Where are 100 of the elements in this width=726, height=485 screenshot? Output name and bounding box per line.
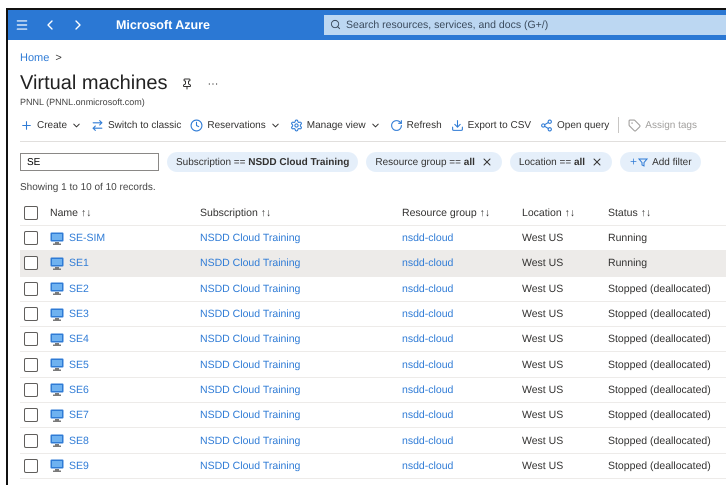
location-cell-text: West US bbox=[522, 434, 564, 447]
table-row[interactable]: SE6 NSDD Cloud Training nsdd-cloud West US Stopped (deallocated) bbox=[20, 378, 726, 404]
select-all-checkbox[interactable] bbox=[24, 206, 38, 220]
brand-name[interactable]: Microsoft Azure bbox=[116, 18, 324, 32]
status-cell-text: Stopped (deallocated) bbox=[608, 308, 712, 320]
clock-icon bbox=[190, 118, 204, 132]
vm-name-link[interactable]: SE2 bbox=[69, 282, 89, 295]
resource-group-link[interactable]: nsdd-cloud bbox=[402, 384, 454, 396]
more-button[interactable]: ··· bbox=[207, 78, 218, 90]
location-cell-text: West US bbox=[522, 460, 564, 472]
subscription-link[interactable]: NSDD Cloud Training bbox=[200, 333, 300, 346]
vm-name-link[interactable]: SE4 bbox=[69, 333, 89, 346]
filter-text: Subscription == NSDD Cloud Training bbox=[176, 156, 350, 168]
status-cell-text: Running bbox=[608, 257, 648, 270]
monitor-icon bbox=[50, 256, 64, 270]
column-header[interactable]: Location ↑↓ bbox=[522, 207, 608, 219]
vm-name-link[interactable]: SE8 bbox=[69, 434, 89, 447]
subscription-link[interactable]: NSDD Cloud Training bbox=[200, 460, 300, 472]
toolbar-button[interactable]: Refresh bbox=[390, 118, 442, 132]
vm-name-link[interactable]: SE7 bbox=[69, 409, 89, 422]
toolbar-button[interactable]: Create bbox=[20, 118, 82, 132]
column-header[interactable]: Name ↑↓ bbox=[50, 207, 200, 219]
resource-group-link[interactable]: nsdd-cloud bbox=[402, 460, 454, 472]
subscription-link[interactable]: NSDD Cloud Training bbox=[200, 308, 300, 320]
location-cell-text: West US bbox=[522, 308, 564, 320]
pin-icon[interactable] bbox=[181, 78, 194, 90]
vm-name-link[interactable]: SE-SIM bbox=[69, 232, 106, 244]
resource-group-link[interactable]: nsdd-cloud bbox=[402, 282, 454, 295]
column-header[interactable]: Resource group ↑↓ bbox=[402, 207, 522, 219]
filter-pill[interactable]: Subscription == NSDD Cloud Training bbox=[167, 152, 358, 172]
location-cell-text: West US bbox=[522, 384, 564, 396]
location-cell-text: West US bbox=[522, 257, 564, 270]
tag-icon bbox=[628, 118, 642, 132]
table-row[interactable]: SE8 NSDD Cloud Training nsdd-cloud West US Stopped (deallocated) bbox=[20, 428, 726, 454]
close-icon[interactable] bbox=[591, 156, 604, 168]
status-cell-text: Running bbox=[608, 232, 648, 244]
table-row[interactable]: SE4 NSDD Cloud Training nsdd-cloud West US Stopped (deallocated) bbox=[20, 327, 726, 352]
filter-field[interactable]: SE bbox=[20, 153, 159, 171]
search-icon bbox=[330, 19, 341, 30]
table-row[interactable]: SE7 NSDD Cloud Training nsdd-cloud West US Stopped (deallocated) bbox=[20, 403, 726, 428]
monitor-icon bbox=[50, 308, 64, 321]
toolbar-button[interactable]: Switch to classic bbox=[91, 118, 182, 132]
filter-pill[interactable]: Location == all bbox=[510, 152, 612, 172]
resource-group-link[interactable]: nsdd-cloud bbox=[402, 232, 454, 244]
resource-group-link[interactable]: nsdd-cloud bbox=[402, 409, 454, 422]
toolbar-button[interactable]: Manage view bbox=[290, 118, 381, 132]
resource-group-link[interactable]: nsdd-cloud bbox=[402, 358, 454, 371]
subscription-link[interactable]: NSDD Cloud Training bbox=[200, 282, 300, 295]
gear-icon bbox=[290, 118, 303, 132]
resource-group-link[interactable]: nsdd-cloud bbox=[402, 333, 454, 346]
record-count: Showing 1 to 10 of 10 records. bbox=[20, 182, 157, 193]
resource-group-link[interactable]: nsdd-cloud bbox=[402, 308, 454, 320]
resource-group-link[interactable]: nsdd-cloud bbox=[402, 434, 454, 447]
status-cell-text: Stopped (deallocated) bbox=[608, 460, 712, 472]
row-checkbox[interactable] bbox=[24, 358, 38, 372]
search-field[interactable]: Search resources, services, and docs (G+/) bbox=[324, 15, 726, 35]
row-checkbox[interactable] bbox=[24, 282, 38, 296]
subscription-link[interactable]: NSDD Cloud Training bbox=[200, 358, 300, 371]
download-icon bbox=[450, 118, 464, 132]
table-row[interactable]: SE5 NSDD Cloud Training nsdd-cloud West US Stopped (deallocated) bbox=[20, 352, 726, 378]
toolbar-button[interactable]: Export to CSV bbox=[450, 118, 532, 132]
breadcrumb-link[interactable]: Home bbox=[20, 52, 50, 64]
vm-name-link[interactable]: SE9 bbox=[69, 460, 89, 472]
vm-name-link[interactable]: SE3 bbox=[69, 308, 89, 320]
breadcrumb-separator: > bbox=[55, 52, 62, 64]
vm-name-link[interactable]: SE6 bbox=[69, 384, 89, 396]
status-cell-text: Stopped (deallocated) bbox=[608, 282, 712, 295]
table-row[interactable]: SE3 NSDD Cloud Training nsdd-cloud West US Stopped (deallocated) bbox=[20, 302, 726, 328]
resource-group-link[interactable]: nsdd-cloud bbox=[402, 257, 454, 270]
subscription-link[interactable]: NSDD Cloud Training bbox=[200, 434, 300, 447]
monitor-icon bbox=[50, 408, 64, 422]
filter-pill[interactable]: Resource group == all bbox=[366, 152, 502, 172]
status-cell-text: Stopped (deallocated) bbox=[608, 358, 712, 371]
status-cell-text: Stopped (deallocated) bbox=[608, 409, 712, 422]
row-checkbox[interactable] bbox=[24, 307, 38, 322]
row-checkbox[interactable] bbox=[24, 434, 38, 448]
subscription-link[interactable]: NSDD Cloud Training bbox=[200, 384, 300, 396]
vm-name-link[interactable]: SE1 bbox=[69, 257, 89, 270]
toolbar-button[interactable]: Reservations bbox=[190, 118, 281, 132]
close-icon[interactable] bbox=[480, 156, 493, 168]
column-header[interactable]: Status ↑↓ bbox=[608, 207, 726, 219]
subscription-link[interactable]: NSDD Cloud Training bbox=[200, 257, 300, 270]
row-checkbox[interactable] bbox=[24, 332, 38, 346]
location-cell-text: West US bbox=[522, 232, 564, 244]
subscription-link[interactable]: NSDD Cloud Training bbox=[200, 232, 300, 244]
add-filter-button[interactable]: Add filter bbox=[620, 152, 701, 172]
subscription-link[interactable]: NSDD Cloud Training bbox=[200, 409, 300, 422]
row-checkbox[interactable] bbox=[24, 408, 38, 422]
table-row[interactable]: SE9 NSDD Cloud Training nsdd-cloud West US Stopped (deallocated) bbox=[20, 454, 726, 479]
page-subtitle: PNNL (PNNL.onmicrosoft.com) bbox=[20, 97, 146, 107]
column-header[interactable]: Subscription ↑↓ bbox=[200, 207, 402, 219]
row-checkbox[interactable] bbox=[24, 458, 38, 473]
filter-text: Resource group == all bbox=[375, 156, 475, 168]
row-checkbox[interactable] bbox=[24, 256, 38, 270]
table-row[interactable]: SE1 NSDD Cloud Training nsdd-cloud West US Running bbox=[20, 251, 726, 277]
table-row[interactable]: SE2 NSDD Cloud Training nsdd-cloud West US Stopped (deallocated) bbox=[20, 276, 726, 302]
toolbar-button[interactable]: Open query bbox=[540, 118, 610, 132]
row-checkbox[interactable] bbox=[24, 231, 38, 246]
vm-name-link[interactable]: SE5 bbox=[69, 358, 89, 371]
row-checkbox[interactable] bbox=[24, 382, 38, 397]
